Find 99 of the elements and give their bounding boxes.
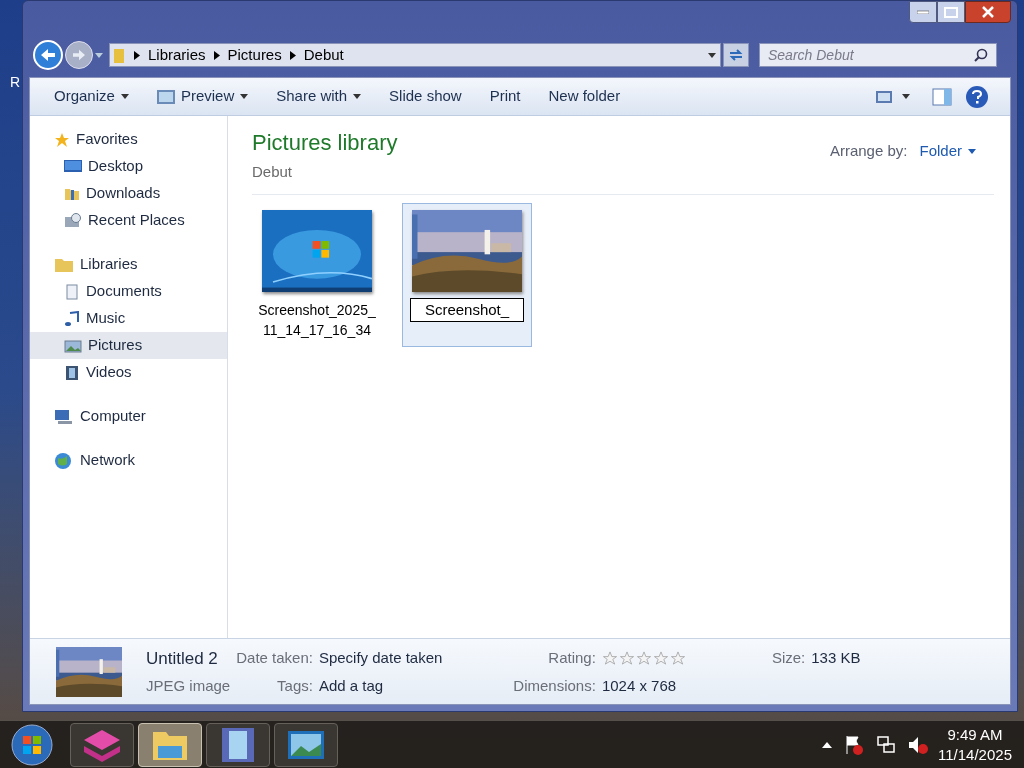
toolbar-button[interactable]: Slide show xyxy=(375,78,476,115)
arrange-by-dropdown[interactable]: Folder xyxy=(919,140,976,163)
file-item[interactable]: Screenshot_ xyxy=(402,202,532,347)
recent-places-icon xyxy=(64,212,82,229)
nav-group[interactable]: Network xyxy=(30,447,227,474)
pictures-icon xyxy=(64,337,82,354)
toolbar-button[interactable]: Organize xyxy=(40,78,143,115)
library-folder-icon xyxy=(54,256,74,273)
breadcrumb-item[interactable]: Debut xyxy=(303,43,344,67)
history-caret-icon[interactable] xyxy=(95,52,103,58)
preview-image-icon xyxy=(156,89,175,104)
nav-item[interactable]: Pictures xyxy=(30,332,227,359)
dropdown-caret-icon xyxy=(353,94,362,99)
breadcrumb-arrow-icon xyxy=(289,50,296,60)
forward-arrow-icon xyxy=(72,49,86,61)
breadcrumb-item[interactable]: Libraries xyxy=(148,43,206,67)
address-dropdown-icon xyxy=(708,52,716,58)
back-button[interactable] xyxy=(33,40,63,70)
toolbar-button[interactable]: Print xyxy=(475,78,535,115)
refresh-arrows-icon xyxy=(728,48,744,62)
nav-item[interactable]: Documents xyxy=(30,278,227,305)
dimensions-value: 1024 x 768 xyxy=(601,676,678,696)
search-field[interactable]: Search Debut xyxy=(768,44,974,66)
cube-app-icon xyxy=(82,727,122,762)
windows-orb-icon xyxy=(11,723,53,766)
star-icon xyxy=(652,651,669,666)
star-icon xyxy=(669,651,686,666)
pane-icon xyxy=(932,87,952,106)
star-icon xyxy=(635,651,652,666)
address-bar[interactable]: Libraries Pictures Debut xyxy=(109,43,721,67)
monitor-icon xyxy=(64,159,82,174)
size-value: 133 KB xyxy=(811,648,861,668)
help-button[interactable] xyxy=(966,85,988,108)
caret-icon xyxy=(968,148,976,154)
toolbar-button[interactable]: New folder xyxy=(534,78,635,115)
star-icon xyxy=(54,131,70,148)
tags-label: Tags: xyxy=(276,676,313,696)
file-type: JPEG image xyxy=(146,676,231,696)
dropdown-caret-icon xyxy=(120,94,129,99)
close-button[interactable] xyxy=(965,1,1011,23)
search-box[interactable]: Search Debut xyxy=(759,43,997,67)
minimize-icon xyxy=(917,10,929,14)
maximize-icon xyxy=(944,6,958,18)
show-hidden-icons-icon[interactable] xyxy=(822,741,833,748)
refresh-button[interactable] xyxy=(723,43,749,67)
forward-button[interactable] xyxy=(65,41,93,69)
file-name: Screenshot_2025_11_14_17_16_34 xyxy=(258,300,376,340)
taskbar-app-button[interactable] xyxy=(206,722,270,767)
nav-item[interactable]: Music xyxy=(30,305,227,332)
arrange-by-label: Arrange by: xyxy=(829,141,908,161)
star-icon xyxy=(601,651,618,666)
breadcrumb-arrow-icon xyxy=(134,50,140,60)
star-rating[interactable] xyxy=(601,651,686,666)
caret-icon xyxy=(902,94,910,99)
rename-field[interactable]: Screenshot_ xyxy=(410,297,524,322)
nav-item[interactable]: Recent Places xyxy=(30,207,227,234)
taskbar-app-button[interactable] xyxy=(274,722,338,767)
star-icon xyxy=(618,651,635,666)
globe-icon xyxy=(54,451,74,470)
toolbar-button[interactable]: Preview xyxy=(142,78,263,115)
close-icon xyxy=(982,6,994,18)
nav-item[interactable]: Desktop xyxy=(30,153,227,180)
help-icon xyxy=(972,89,982,104)
rating-label: Rating: xyxy=(547,648,596,668)
maximize-button[interactable] xyxy=(937,1,965,23)
dropdown-caret-icon xyxy=(240,94,249,99)
clock[interactable]: 9:49 AM 11/14/2025 xyxy=(938,724,1012,765)
dimensions-label: Dimensions: xyxy=(512,676,596,696)
file-title: Untitled 2 xyxy=(146,647,219,670)
search-icon xyxy=(974,48,988,62)
music-note-icon xyxy=(64,310,80,327)
back-arrow-icon xyxy=(40,48,56,62)
document-icon xyxy=(64,283,80,300)
nav-item[interactable]: Videos xyxy=(30,359,227,386)
film-icon xyxy=(64,364,80,381)
breadcrumb-arrow-icon xyxy=(213,50,220,60)
size-label: Size: xyxy=(770,648,806,668)
computer-icon xyxy=(54,408,74,425)
file-item[interactable]: Screenshot_2025_11_14_17_16_34 xyxy=(252,202,382,347)
toolbar-button[interactable]: Share with xyxy=(262,78,376,115)
view-icon xyxy=(876,90,892,103)
library-subtitle: Debut xyxy=(252,162,294,182)
taskbar-app-button[interactable] xyxy=(70,722,134,767)
library-title: Pictures library xyxy=(252,129,398,157)
desktop-icon-label: R xyxy=(10,73,21,92)
taskbar-app-button[interactable] xyxy=(138,722,202,767)
breadcrumb-item[interactable]: Pictures xyxy=(227,43,282,67)
film-icon xyxy=(220,726,256,763)
flag-icon[interactable] xyxy=(844,734,865,755)
date-taken-label: Date taken: xyxy=(236,648,313,668)
start-button[interactable] xyxy=(8,722,56,767)
nav-group[interactable]: Libraries xyxy=(30,251,227,278)
tags-value[interactable]: Add a tag xyxy=(318,675,443,698)
nav-item[interactable]: Downloads xyxy=(30,180,227,207)
network-icon[interactable] xyxy=(876,734,897,755)
nav-group[interactable]: Favorites xyxy=(30,126,227,153)
minimize-button[interactable] xyxy=(909,1,937,23)
nav-group[interactable]: Computer xyxy=(30,403,227,430)
date-taken-value[interactable]: Specify date taken xyxy=(318,647,443,670)
